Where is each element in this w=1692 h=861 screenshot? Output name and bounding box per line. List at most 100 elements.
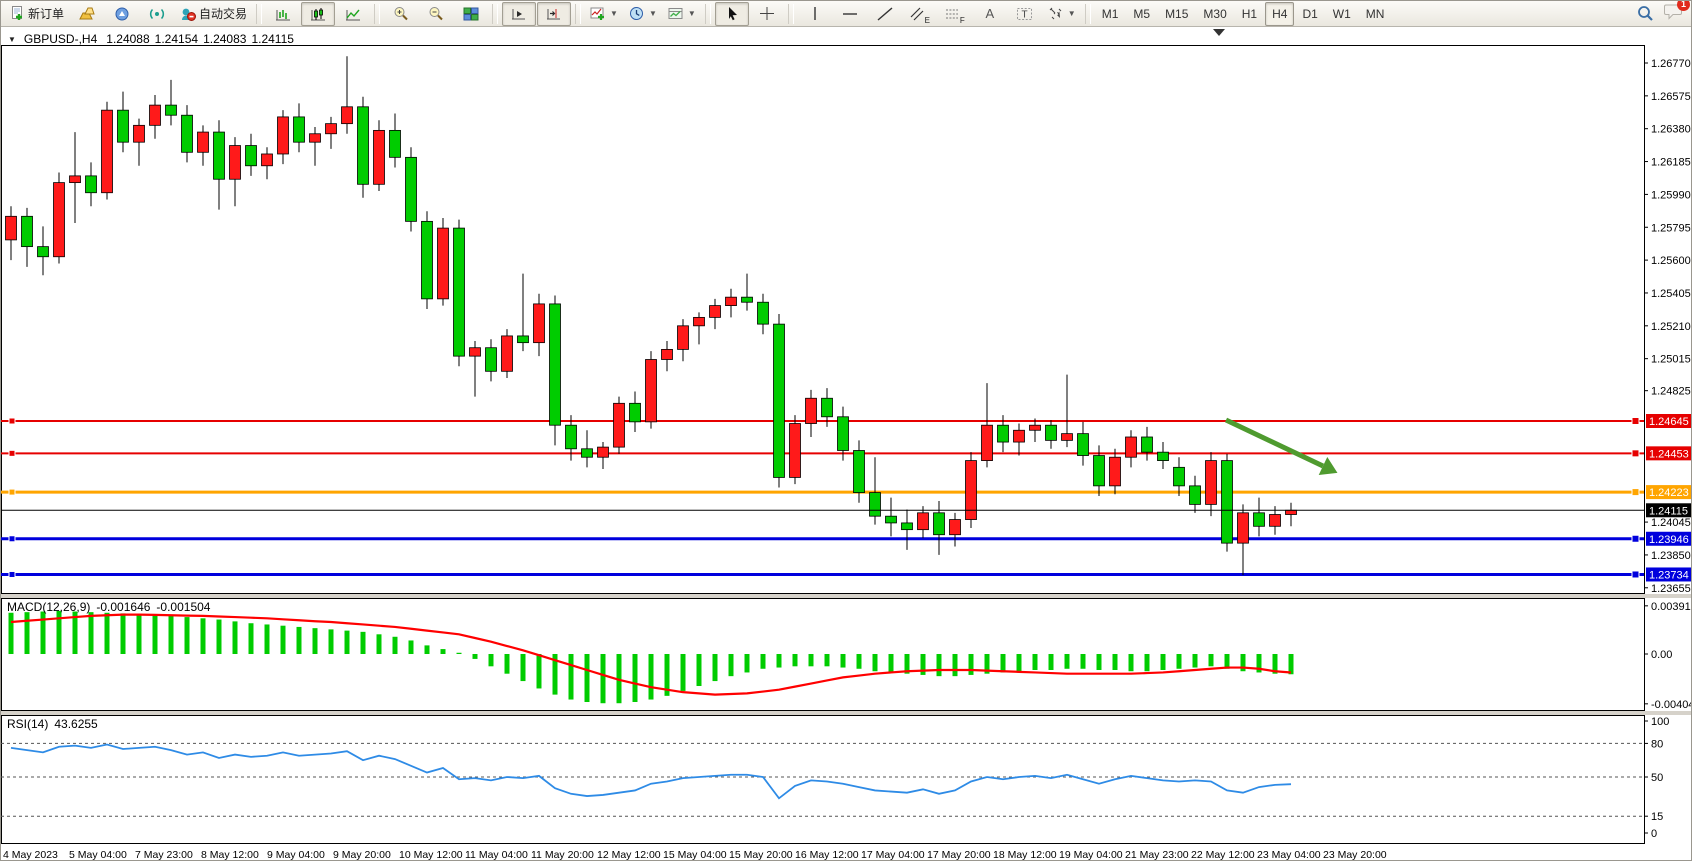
indicators-button[interactable]: ▼ (585, 2, 623, 26)
hline-price-badge-label: 1.23946 (1649, 534, 1689, 546)
arrows-tool-button[interactable]: ▼ (1043, 2, 1081, 26)
price-tick-label: 1.24825 (1651, 386, 1691, 398)
hline-handle[interactable] (9, 418, 15, 424)
timeframe-button-m5[interactable]: M5 (1126, 2, 1157, 26)
macd-histogram-bar (1177, 654, 1182, 669)
text-tool-button[interactable]: A (973, 2, 1007, 26)
periods-button[interactable]: ▼ (624, 2, 662, 26)
vertical-line-tool-button[interactable] (798, 2, 832, 26)
candle (726, 297, 737, 305)
candle (294, 117, 305, 142)
macd-histogram-bar (921, 654, 926, 675)
auto-scroll-button[interactable] (502, 2, 536, 26)
rsi-pane-frame (2, 716, 1645, 844)
new-order-button[interactable]: 新订单 (5, 2, 69, 26)
macd-histogram-bar (473, 654, 478, 659)
trendline-tool-button[interactable] (868, 2, 902, 26)
candle (406, 157, 417, 221)
hline-handle[interactable] (9, 536, 15, 542)
navigator-button[interactable] (105, 2, 139, 26)
macd-histogram-bar (649, 654, 654, 700)
timeframe-button-mn[interactable]: MN (1359, 2, 1392, 26)
macd-histogram-bar (697, 654, 702, 686)
market-watch-button[interactable] (70, 2, 104, 26)
new-order-icon (10, 6, 25, 21)
text-label-tool-button[interactable]: T (1008, 2, 1042, 26)
fibonacci-tool-button[interactable]: F (938, 2, 972, 26)
candle (230, 146, 241, 180)
hline-handle[interactable] (9, 571, 15, 577)
hline-handle[interactable] (1632, 571, 1639, 578)
candle (982, 425, 993, 460)
search-icon[interactable] (1637, 5, 1654, 22)
price-tick-label: 1.25015 (1651, 354, 1691, 366)
auto-trading-button[interactable]: 自动交易 (175, 2, 252, 26)
macd-histogram-bar (1033, 654, 1038, 670)
bar-chart-type-button[interactable] (266, 2, 300, 26)
chart-shift-button[interactable] (537, 2, 571, 26)
signal-icon (149, 7, 165, 21)
macd-histogram-bar (25, 612, 30, 654)
notifications-button[interactable]: 1 (1664, 3, 1683, 25)
pane-splitter[interactable] (1, 594, 1692, 598)
crosshair-tool-button[interactable] (750, 2, 784, 26)
hline-handle[interactable] (1632, 417, 1639, 424)
chart-canvas[interactable]: 1.267701.265751.263801.261851.259901.257… (1, 27, 1692, 861)
timeframe-button-h4[interactable]: H4 (1265, 2, 1294, 26)
horizontal-line-icon (842, 7, 858, 21)
time-axis-label: 15 May 20:00 (729, 849, 793, 861)
hline-handle[interactable] (1632, 489, 1639, 496)
candle (870, 493, 881, 517)
time-axis-label: 10 May 12:00 (399, 849, 463, 861)
macd-histogram-bar (457, 653, 462, 654)
candle (102, 110, 113, 193)
templates-button[interactable]: ▼ (663, 2, 701, 26)
hline-handle[interactable] (1632, 450, 1639, 457)
channel-tool-button[interactable]: E (903, 2, 937, 26)
candle (214, 132, 225, 179)
candle (1046, 425, 1057, 440)
cursor-icon (725, 6, 739, 21)
candle (534, 304, 545, 343)
hline-handle[interactable] (9, 450, 15, 456)
time-axis-label: 5 May 04:00 (69, 849, 127, 861)
chart-shift-marker[interactable] (1213, 29, 1225, 36)
toolbar-separator (788, 4, 794, 24)
candle (662, 349, 673, 359)
candle (390, 130, 401, 157)
toolbar-separator (1085, 4, 1091, 24)
timeframe-button-m30[interactable]: M30 (1196, 2, 1233, 26)
candle (886, 516, 897, 523)
macd-histogram-bar (105, 613, 110, 654)
line-chart-type-button[interactable] (336, 2, 370, 26)
cursor-tool-button[interactable] (715, 2, 749, 26)
signals-button[interactable] (140, 2, 174, 26)
tile-windows-button[interactable] (454, 2, 488, 26)
macd-histogram-bar (1065, 654, 1070, 669)
macd-histogram-bar (361, 632, 366, 654)
candle (1238, 513, 1249, 543)
rsi-tick-label: 100 (1651, 716, 1669, 728)
hline-price-badge-label: 1.24223 (1649, 487, 1689, 499)
timeframe-button-d1[interactable]: D1 (1295, 2, 1324, 26)
periods-clock-icon (629, 6, 645, 21)
zoom-out-button[interactable] (419, 2, 453, 26)
macd-histogram-bar (297, 627, 302, 654)
zoom-in-button[interactable] (384, 2, 418, 26)
hline-handle[interactable] (9, 489, 15, 495)
tile-windows-icon (463, 7, 479, 21)
candle (70, 176, 81, 183)
horizontal-line-tool-button[interactable] (833, 2, 867, 26)
pane-splitter[interactable] (1, 711, 1692, 715)
rsi-tick-label: 0 (1651, 828, 1657, 840)
macd-histogram-bar (937, 654, 942, 676)
notification-badge: 1 (1677, 0, 1690, 11)
timeframe-button-m1[interactable]: M1 (1095, 2, 1126, 26)
timeframe-button-w1[interactable]: W1 (1326, 2, 1358, 26)
macd-histogram-bar (1097, 654, 1102, 670)
hline-handle[interactable] (1632, 535, 1639, 542)
timeframe-button-h1[interactable]: H1 (1235, 2, 1264, 26)
fibo-glyph: F (960, 16, 965, 25)
candlestick-chart-type-button[interactable] (301, 2, 335, 26)
timeframe-button-m15[interactable]: M15 (1158, 2, 1195, 26)
